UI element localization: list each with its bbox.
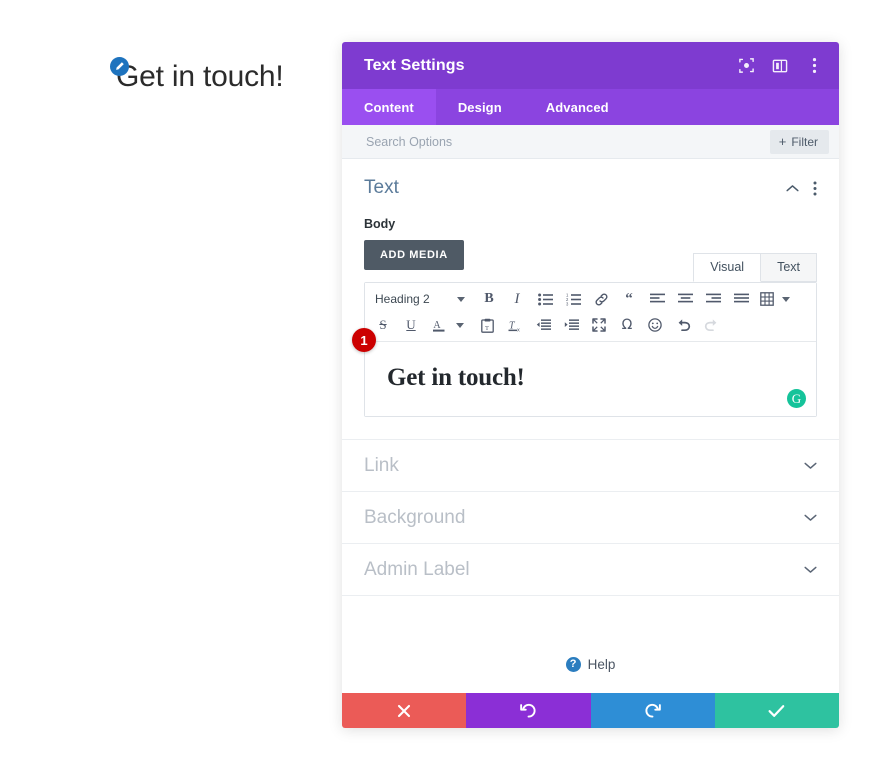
- search-options-bar: + Filter: [342, 125, 839, 159]
- section-link[interactable]: Link: [342, 440, 839, 492]
- toolbar-row-2: S U A T T x Ω: [369, 312, 812, 338]
- section-background[interactable]: Background: [342, 492, 839, 544]
- indent-icon[interactable]: [557, 313, 585, 337]
- page-canvas: Get in touch! Text Settings Content Desi…: [0, 0, 880, 771]
- chevron-down-icon: [456, 322, 464, 328]
- chevron-up-icon[interactable]: [786, 184, 799, 193]
- svg-text:A: A: [433, 320, 441, 331]
- bold-icon[interactable]: B: [475, 287, 503, 311]
- pencil-edit-badge-icon[interactable]: [110, 57, 129, 76]
- plus-icon: +: [778, 134, 787, 149]
- chevron-down-icon: [782, 296, 790, 302]
- add-media-button[interactable]: ADD MEDIA: [364, 240, 464, 270]
- bulleted-list-icon[interactable]: [531, 287, 559, 311]
- kebab-menu-icon[interactable]: [813, 181, 817, 196]
- format-select-value: Heading 2: [375, 292, 430, 306]
- toolbar-row-1: Heading 2 B I 1 2 3 “: [369, 286, 812, 312]
- preview-page-heading: Get in touch!: [116, 60, 284, 93]
- chevron-down-icon[interactable]: [804, 461, 817, 470]
- help-link[interactable]: ? Help: [565, 636, 616, 693]
- question-mark-icon: ?: [565, 657, 581, 672]
- text-settings-modal: Text Settings Content Design Advanced Se…: [342, 42, 839, 728]
- group-text-actions: [786, 181, 817, 196]
- section-admin-label[interactable]: Admin Label: [342, 544, 839, 596]
- modal-tab-bar: Content Design Advanced: [342, 89, 839, 125]
- wysiwyg-editor: Visual Text Heading 2 B I 1 2 3 “ S U A …: [352, 253, 817, 417]
- modal-header: Text Settings: [342, 42, 839, 89]
- body-field-label: Body: [364, 217, 396, 231]
- group-text: Text Body ADD MEDIA Visual Text Heading …: [342, 159, 839, 440]
- format-select[interactable]: Heading 2: [369, 287, 469, 311]
- emoji-icon[interactable]: [641, 313, 669, 337]
- redo-arrow-icon: [644, 702, 661, 719]
- help-area: ? Help: [342, 596, 839, 693]
- undo-button[interactable]: [466, 693, 591, 728]
- redo-button[interactable]: [590, 693, 715, 728]
- chevron-down-icon[interactable]: [804, 513, 817, 522]
- editor-toolbar: Heading 2 B I 1 2 3 “ S U A T T x Ω: [365, 283, 816, 342]
- text-color-caret-icon[interactable]: [453, 313, 467, 337]
- help-label: Help: [587, 657, 616, 672]
- undo-arrow-icon: [520, 702, 537, 719]
- align-justify-icon[interactable]: [727, 287, 755, 311]
- modal-body: Text Body ADD MEDIA Visual Text Heading …: [342, 159, 839, 693]
- filter-label: Filter: [791, 134, 818, 149]
- section-background-label: Background: [364, 506, 466, 528]
- checkmark-icon: [768, 704, 785, 718]
- align-center-icon[interactable]: [671, 287, 699, 311]
- kebab-menu-icon[interactable]: [805, 57, 823, 75]
- table-dropdown-caret-icon[interactable]: [779, 287, 793, 311]
- align-left-icon[interactable]: [643, 287, 671, 311]
- section-admin-label-label: Admin Label: [364, 558, 470, 580]
- svg-text:x: x: [517, 327, 520, 332]
- close-x-icon: [397, 704, 411, 718]
- search-input[interactable]: [364, 133, 770, 150]
- body-field: Body ADD MEDIA Visual Text Heading 2 B I…: [342, 217, 839, 417]
- cancel-button[interactable]: [342, 693, 467, 728]
- tab-advanced[interactable]: Advanced: [524, 89, 631, 125]
- redo-icon[interactable]: [697, 313, 725, 337]
- group-text-title: Text: [364, 177, 399, 198]
- table-icon[interactable]: [755, 287, 779, 311]
- grammarly-icon[interactable]: G: [787, 389, 806, 408]
- blockquote-icon[interactable]: “: [615, 287, 643, 311]
- editor-tab-text[interactable]: Text: [760, 253, 817, 282]
- modal-title: Text Settings: [364, 56, 465, 74]
- save-button[interactable]: [714, 693, 839, 728]
- link-icon[interactable]: [587, 287, 615, 311]
- filter-button[interactable]: + Filter: [769, 129, 829, 154]
- tab-content[interactable]: Content: [342, 89, 436, 125]
- editor-heading-text: Get in touch!: [387, 364, 525, 391]
- editor-mode-tabs: Visual Text: [693, 253, 817, 282]
- section-link-label: Link: [364, 454, 399, 476]
- tab-design[interactable]: Design: [436, 89, 524, 125]
- clear-formatting-icon[interactable]: T x: [501, 313, 529, 337]
- undo-icon[interactable]: [669, 313, 697, 337]
- modal-header-icons: [737, 57, 823, 75]
- numbered-list-icon[interactable]: 1 2 3: [559, 287, 587, 311]
- special-character-icon[interactable]: Ω: [613, 313, 641, 337]
- svg-text:3: 3: [566, 301, 569, 306]
- layout-columns-icon[interactable]: [771, 57, 789, 75]
- modal-footer: [342, 693, 839, 728]
- underline-icon[interactable]: U: [397, 313, 425, 337]
- fullscreen-icon[interactable]: [585, 313, 613, 337]
- focus-target-icon[interactable]: [737, 57, 755, 75]
- text-color-icon[interactable]: A: [425, 313, 453, 337]
- editor-content-area[interactable]: 1 Get in touch! G: [352, 328, 816, 416]
- italic-icon[interactable]: I: [503, 287, 531, 311]
- paste-as-text-icon[interactable]: T: [473, 313, 501, 337]
- step-badge-1: 1: [352, 328, 376, 352]
- editor-tab-visual[interactable]: Visual: [693, 253, 762, 282]
- chevron-down-icon[interactable]: [804, 565, 817, 574]
- group-text-header[interactable]: Text: [342, 159, 839, 209]
- align-right-icon[interactable]: [699, 287, 727, 311]
- svg-text:T: T: [485, 325, 489, 332]
- chevron-down-icon: [457, 296, 465, 302]
- outdent-icon[interactable]: [529, 313, 557, 337]
